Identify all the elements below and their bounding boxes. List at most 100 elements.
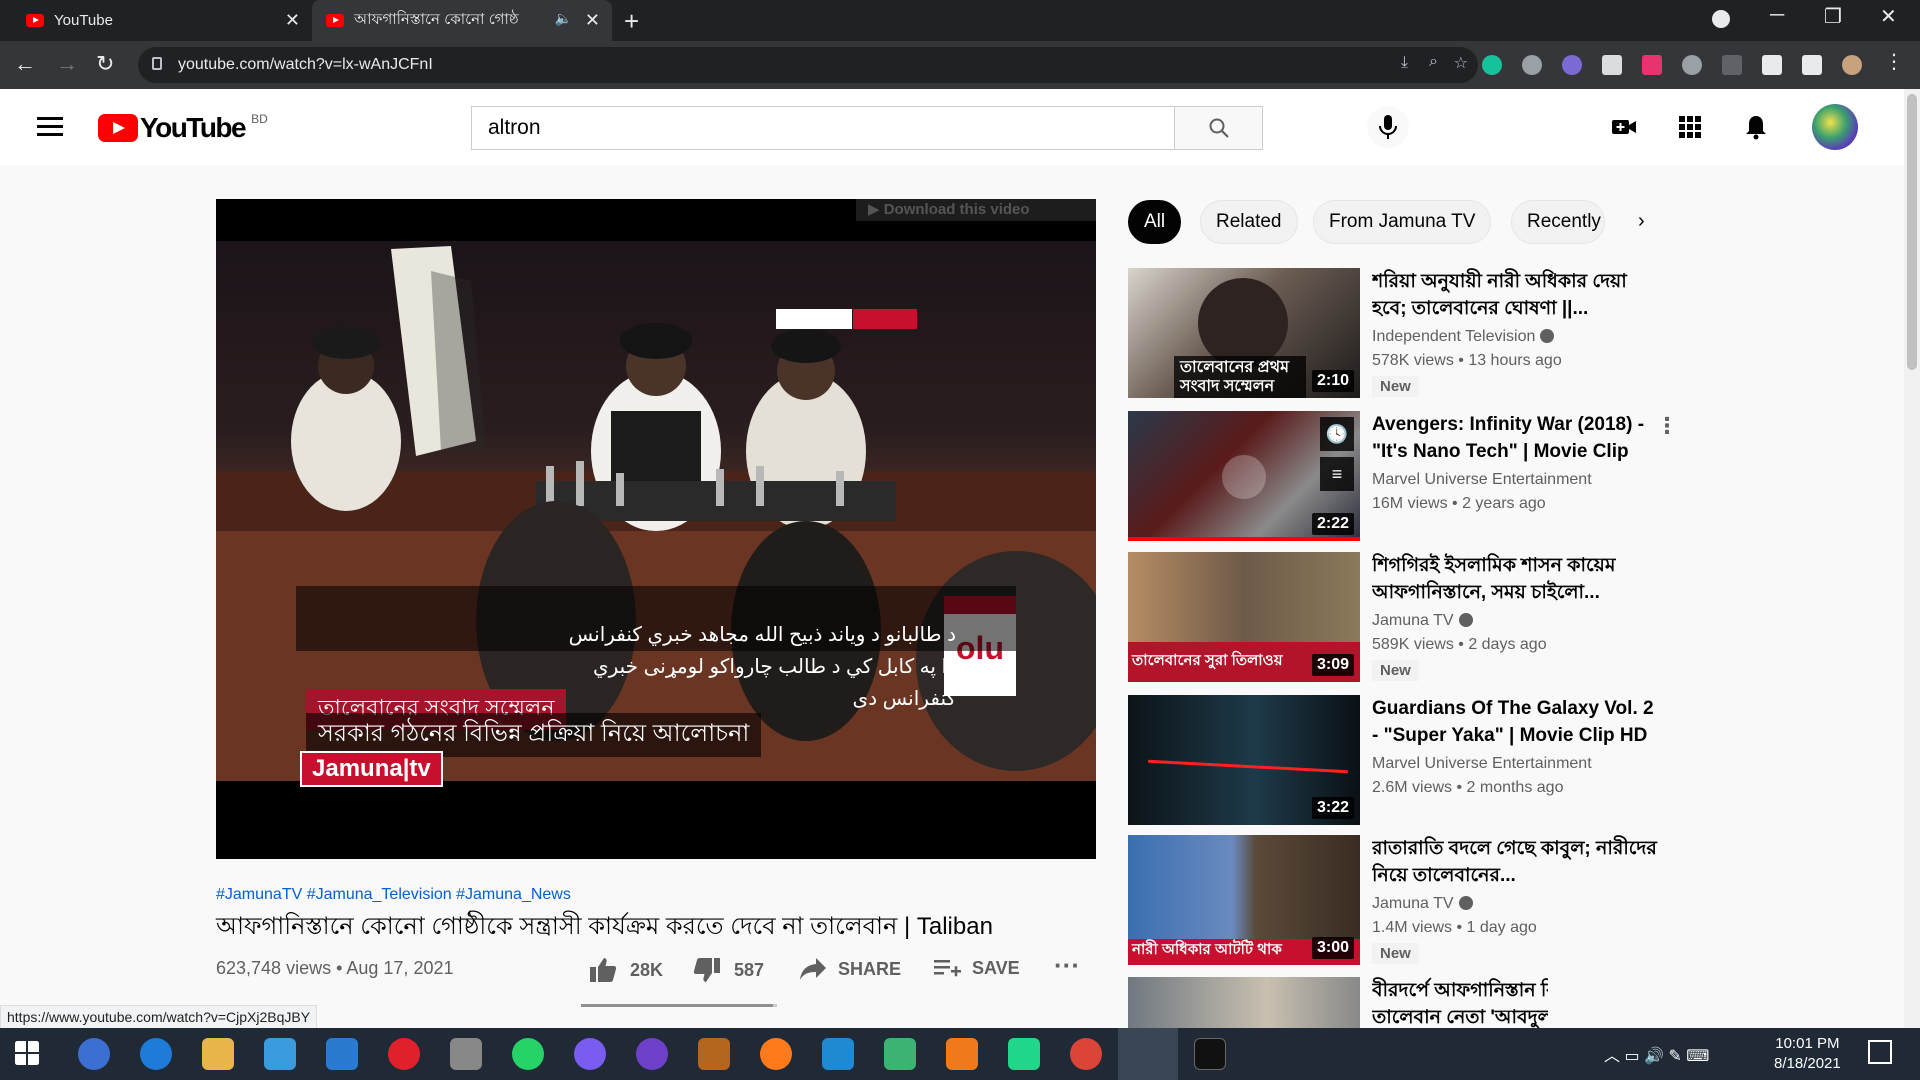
paint-icon[interactable] — [698, 1038, 730, 1070]
share-arrow-icon — [800, 958, 826, 980]
app-icon[interactable] — [450, 1038, 482, 1070]
apps-grid-icon[interactable] — [1676, 113, 1704, 141]
grammarly-extension-icon[interactable] — [1482, 55, 1502, 75]
speaker-icon[interactable]: 🔈 — [555, 10, 572, 27]
video-player[interactable]: ▶ Download this video olu — [216, 199, 1096, 859]
account-avatar[interactable] — [1812, 104, 1858, 150]
channel-name[interactable]: Jamuna TV — [1372, 612, 1473, 630]
recommended-video[interactable]: নারী অধিকার আটটি থাক 3:00 রাতারাতি বদলে … — [1128, 835, 1657, 965]
channel-name[interactable]: Marvel Universe Entertainment — [1372, 471, 1592, 489]
chip-related[interactable]: Related — [1200, 200, 1298, 244]
minimize-button[interactable]: ─ — [1770, 4, 1784, 27]
page-scrollbar[interactable] — [1904, 89, 1920, 1028]
app-icon[interactable] — [884, 1038, 916, 1070]
profile-avatar-icon[interactable] — [1842, 55, 1862, 75]
like-button[interactable]: 28K — [588, 956, 663, 984]
extension-icon[interactable] — [1722, 55, 1742, 75]
search-input[interactable] — [472, 107, 1174, 149]
notifications-bell-icon[interactable] — [1742, 113, 1770, 141]
download-video-overlay[interactable]: ▶ Download this video — [856, 199, 1096, 221]
windows-start-icon[interactable] — [14, 1040, 40, 1066]
reload-icon[interactable]: ↻ — [96, 51, 114, 77]
recommended-title: শিগগিরই ইসলামিক শাসন কায়েম আফগানিস্তানে… — [1372, 555, 1616, 603]
zoom-icon[interactable]: ⌕ — [1429, 53, 1438, 71]
video-thumbnail[interactable]: 🕓 ≡ 2:22 — [1128, 411, 1360, 541]
video-thumbnail[interactable]: 3:22 — [1128, 695, 1360, 825]
video-thumbnail[interactable] — [1128, 977, 1360, 1028]
browser-menu-icon[interactable]: ⋮ — [1884, 49, 1904, 73]
install-icon[interactable]: ⤓ — [1401, 54, 1408, 72]
chip-recently[interactable]: Recently — [1511, 200, 1605, 244]
channel-name[interactable]: Jamuna TV — [1372, 895, 1473, 913]
tab-youtube[interactable]: YouTube ✕ — [12, 0, 312, 41]
terminal-icon[interactable] — [1194, 1038, 1226, 1070]
channel-name[interactable]: Marvel Universe Entertainment — [1372, 755, 1592, 773]
edge-icon[interactable] — [140, 1038, 172, 1070]
youtube-logo[interactable]: YouTube BD — [98, 112, 268, 144]
video-meta: 16M views • 2 years ago — [1372, 495, 1546, 512]
chrome-active-icon[interactable] — [1118, 1028, 1178, 1080]
recommended-video[interactable]: বীরদর্পে আফগানিস্তান ফিরলেন তালেবান নেতা… — [1128, 977, 1548, 1028]
tab-current-video[interactable]: আফগানিস্তানে কোনো গোষ্ঠ 🔈 ✕ — [312, 0, 612, 41]
back-icon[interactable]: ← — [14, 51, 36, 77]
channel-name[interactable]: Independent Television — [1372, 328, 1555, 346]
recommended-video[interactable]: 🕓 ≡ 2:22 Avengers: Infinity War (2018) -… — [1128, 411, 1678, 541]
notifications-icon[interactable] — [1868, 1040, 1892, 1064]
messenger-icon[interactable] — [574, 1038, 606, 1070]
opera-icon[interactable] — [388, 1038, 420, 1070]
pycharm-icon[interactable] — [1008, 1038, 1040, 1070]
camera-extension-icon[interactable] — [1522, 55, 1542, 75]
vscode-icon[interactable] — [822, 1038, 854, 1070]
watch-later-icon[interactable]: 🕓 — [1320, 417, 1354, 451]
qbittorrent-icon[interactable] — [78, 1038, 110, 1070]
new-tab-button[interactable]: + — [624, 6, 639, 37]
forward-icon[interactable]: → — [56, 51, 78, 77]
sublime-icon[interactable] — [946, 1038, 978, 1070]
puzzle-extensions-icon[interactable] — [1762, 55, 1782, 75]
create-video-icon[interactable] — [1610, 113, 1638, 141]
save-button[interactable]: SAVE — [932, 956, 1020, 980]
file-explorer-icon[interactable] — [202, 1038, 234, 1070]
download-extension-icon[interactable] — [1682, 55, 1702, 75]
search-button[interactable] — [1174, 107, 1262, 149]
video-thumbnail[interactable]: তালেবানের প্রথম সংবাদ সম্মেলন 2:10 — [1128, 268, 1360, 398]
dislike-button[interactable]: 587 — [692, 956, 764, 984]
chevron-right-icon[interactable]: › — [1638, 210, 1645, 233]
close-tab-icon[interactable]: ✕ — [585, 10, 600, 31]
video-extension-icon[interactable] — [1642, 55, 1662, 75]
system-tray-icons[interactable]: ︿ ▭ 🔊 ✎ ⌨ — [1604, 1042, 1709, 1066]
extension-icon[interactable] — [1562, 55, 1582, 75]
store-icon[interactable] — [264, 1038, 296, 1070]
video-hashtags[interactable]: #JamunaTV #Jamuna_Television #Jamuna_New… — [216, 886, 571, 904]
youtube-favicon-icon — [326, 14, 344, 27]
mail-icon[interactable] — [326, 1038, 358, 1070]
video-thumbnail[interactable]: তালেবানের সুরা তিলাওয় 3:09 — [1128, 552, 1360, 682]
reading-list-icon[interactable] — [1802, 55, 1822, 75]
close-window-button[interactable]: ✕ — [1880, 4, 1897, 29]
tab-search-icon[interactable] — [1712, 10, 1730, 28]
extension-icon[interactable] — [1602, 55, 1622, 75]
github-icon[interactable] — [636, 1038, 668, 1070]
address-bar[interactable]: youtube.com/watch?v=lx-wAnJCFnI ⤓ ⌕ ☆ — [138, 47, 1478, 83]
recommended-video[interactable]: তালেবানের প্রথম সংবাদ সম্মেলন 2:10 শরিয়… — [1128, 268, 1627, 398]
chip-from-jamuna-tv[interactable]: From Jamuna TV — [1313, 200, 1492, 244]
scrollbar-thumb[interactable] — [1907, 94, 1917, 370]
share-button[interactable]: SHARE — [798, 956, 901, 982]
recommended-video[interactable]: তালেবানের সুরা তিলাওয় 3:09 শিগগিরই ইসলা… — [1128, 552, 1615, 682]
system-clock[interactable]: 10:01 PM 8/18/2021 — [1774, 1034, 1841, 1074]
video-thumbnail[interactable]: নারী অধিকার আটটি থাক 3:00 — [1128, 835, 1360, 965]
views-and-date: 623,748 views • Aug 17, 2021 — [216, 958, 454, 978]
more-actions-icon[interactable]: ··· — [1054, 950, 1080, 981]
firefox-icon[interactable] — [760, 1038, 792, 1070]
whatsapp-icon[interactable] — [512, 1038, 544, 1070]
chrome-icon[interactable] — [1070, 1038, 1102, 1070]
more-options-icon[interactable]: ⋮ — [1656, 413, 1678, 439]
chip-all[interactable]: All — [1128, 200, 1182, 244]
maximize-button[interactable]: ❐ — [1824, 4, 1842, 29]
recommended-video[interactable]: 3:22 Guardians Of The Galaxy Vol. 2 - "S… — [1128, 695, 1654, 825]
hamburger-menu-icon[interactable] — [37, 117, 63, 141]
bookmark-star-icon[interactable]: ☆ — [1454, 53, 1468, 73]
close-tab-icon[interactable]: ✕ — [285, 10, 300, 31]
voice-search-button[interactable] — [1367, 106, 1409, 148]
add-to-queue-icon[interactable]: ≡ — [1320, 457, 1354, 491]
